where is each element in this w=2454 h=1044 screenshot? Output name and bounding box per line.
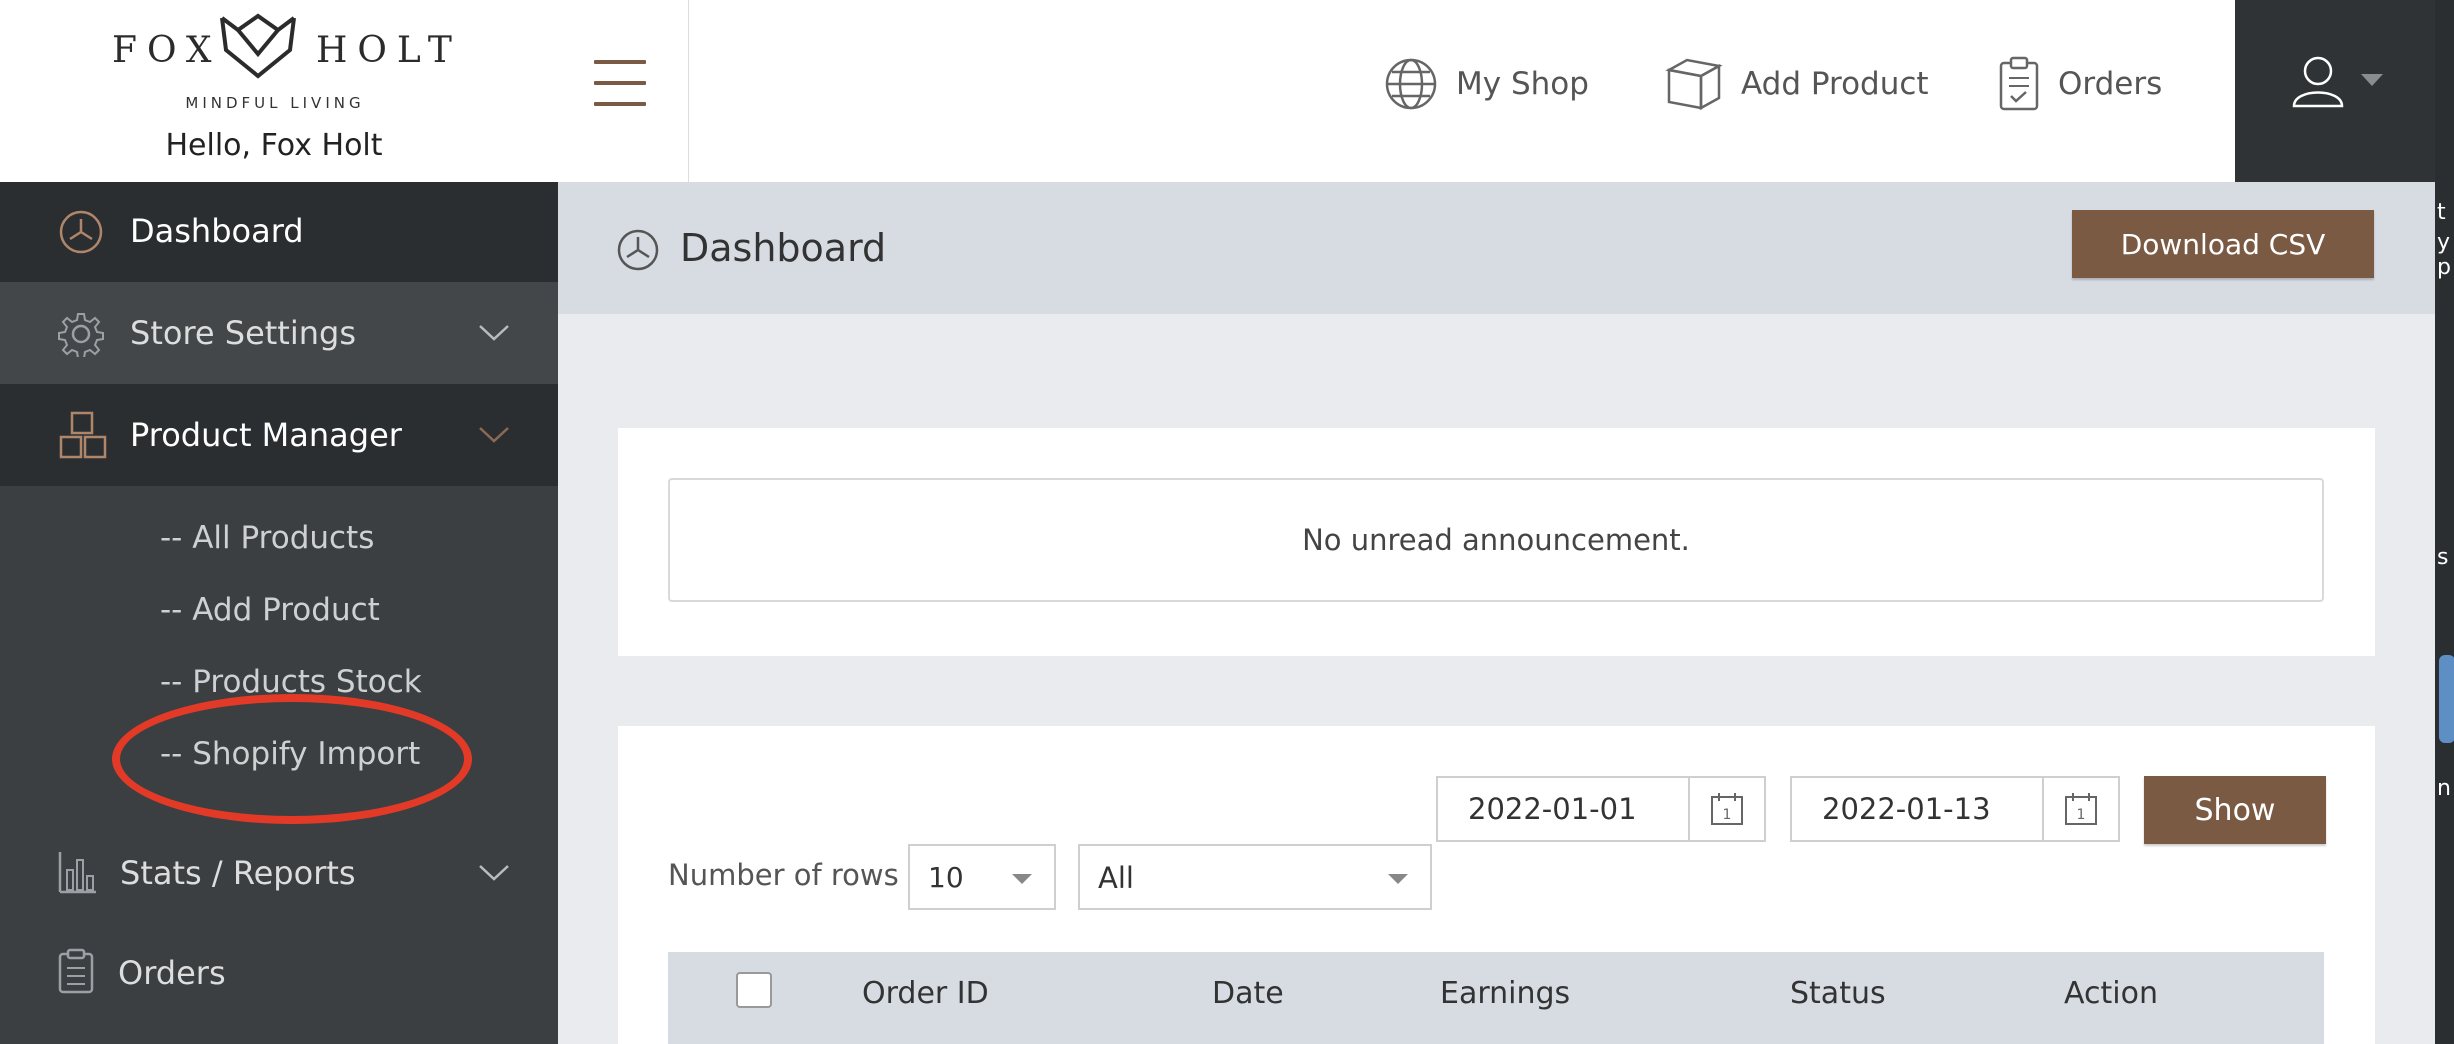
column-action: Action xyxy=(2064,976,2158,1011)
caret-down-icon xyxy=(2361,74,2383,86)
gear-icon xyxy=(58,313,104,357)
logo-text-left: FOX xyxy=(112,30,222,71)
sidebar-item-store-settings[interactable]: Store Settings xyxy=(0,282,558,384)
date-to-field[interactable]: 2022-01-13 1 xyxy=(1790,776,2120,842)
menu-toggle-icon[interactable] xyxy=(594,60,648,106)
dashboard-gauge-icon xyxy=(617,229,659,271)
calendar-icon[interactable]: 1 xyxy=(1688,778,1764,840)
page-header: Dashboard Download CSV xyxy=(558,182,2435,314)
rows-select-value: 10 xyxy=(928,861,964,894)
edge-fragment-2: y p xyxy=(2437,230,2451,280)
select-all-checkbox[interactable] xyxy=(736,972,772,1008)
edge-blue-element xyxy=(2439,655,2454,743)
sidebar-subitem-all-products[interactable]: -- All Products xyxy=(160,520,374,556)
user-menu[interactable] xyxy=(2235,0,2435,182)
adjacent-window-edge: t y p s n xyxy=(2435,0,2454,1044)
main-content: Dashboard Download CSV No unread announc… xyxy=(558,182,2435,1044)
fox-holt-logo[interactable]: FOX HOLT MINDFUL LIVING xyxy=(110,8,452,112)
globe-icon xyxy=(1385,58,1437,110)
brand-panel: FOX HOLT MINDFUL LIVING Hello, Fox Holt xyxy=(0,0,689,182)
box-icon xyxy=(1665,58,1723,111)
rows-select[interactable]: 10 xyxy=(908,844,1056,910)
chevron-down-icon[interactable] xyxy=(478,864,510,882)
announcement-box: No unread announcement. xyxy=(668,478,2324,602)
svg-text:1: 1 xyxy=(1723,807,1732,823)
user-icon xyxy=(2292,56,2344,108)
clipboard-icon xyxy=(58,948,94,994)
dashboard-gauge-icon xyxy=(59,210,103,254)
nav-orders-label: Orders xyxy=(2058,66,2163,102)
date-from-value: 2022-01-01 xyxy=(1468,792,1637,826)
logo-tagline: MINDFUL LIVING xyxy=(185,94,365,112)
sidebar-subitem-add-product[interactable]: -- Add Product xyxy=(160,592,380,628)
sidebar-item-orders-label: Orders xyxy=(118,954,226,992)
sidebar-item-product-manager[interactable]: Product Manager xyxy=(0,384,558,486)
date-to-value: 2022-01-13 xyxy=(1822,792,1991,826)
svg-text:1: 1 xyxy=(2077,807,2086,823)
edge-fragment-3: s xyxy=(2437,545,2449,570)
orders-table-header: Order ID Date Earnings Status Action xyxy=(668,952,2324,1044)
caret-down-icon xyxy=(1388,874,1408,884)
sidebar-item-dashboard[interactable]: Dashboard xyxy=(0,182,558,282)
status-filter-value: All xyxy=(1098,861,1134,895)
announcement-card: No unread announcement. xyxy=(618,428,2375,656)
chevron-down-icon[interactable] xyxy=(478,426,510,444)
calendar-icon[interactable]: 1 xyxy=(2042,778,2118,840)
nav-my-shop-label: My Shop xyxy=(1456,66,1589,102)
boxes-icon xyxy=(59,411,107,459)
caret-down-icon xyxy=(1012,874,1032,884)
nav-add-product[interactable]: Add Product xyxy=(1665,56,1929,112)
annotation-highlight-ellipse xyxy=(112,694,472,824)
column-earnings[interactable]: Earnings xyxy=(1440,976,1570,1011)
date-from-field[interactable]: 2022-01-01 1 xyxy=(1436,776,1766,842)
sidebar-item-store-settings-label: Store Settings xyxy=(130,314,356,352)
page-title: Dashboard xyxy=(680,226,887,270)
column-date[interactable]: Date xyxy=(1212,976,1284,1011)
edge-fragment-1: t xyxy=(2437,200,2446,225)
sidebar-item-orders[interactable]: Orders xyxy=(0,922,558,1022)
sidebar-item-stats-reports[interactable]: Stats / Reports xyxy=(0,822,558,922)
nav-orders[interactable]: Orders xyxy=(1998,56,2162,112)
status-filter-select[interactable]: All xyxy=(1078,844,1432,910)
logo-text-right: HOLT xyxy=(316,30,462,71)
sidebar-item-product-manager-label: Product Manager xyxy=(130,416,402,454)
nav-my-shop[interactable]: My Shop xyxy=(1384,56,1589,112)
sidebar-item-stats-reports-label: Stats / Reports xyxy=(120,854,356,892)
rows-label: Number of rows xyxy=(668,858,899,892)
fox-logo-mark-icon xyxy=(220,13,296,79)
bar-chart-icon xyxy=(58,852,96,894)
top-nav: My Shop Add Product Orders xyxy=(689,0,2235,182)
column-status[interactable]: Status xyxy=(1790,976,1886,1011)
edge-fragment-4: n xyxy=(2437,776,2451,801)
chevron-down-icon[interactable] xyxy=(478,324,510,342)
show-button[interactable]: Show xyxy=(2144,776,2326,844)
sidebar: Dashboard Store Settings Product Manager… xyxy=(0,182,558,1044)
greeting: Hello, Fox Holt xyxy=(165,128,383,163)
download-csv-button[interactable]: Download CSV xyxy=(2072,210,2374,278)
sidebar-item-dashboard-label: Dashboard xyxy=(130,212,304,250)
column-order-id[interactable]: Order ID xyxy=(862,976,989,1011)
clipboard-icon xyxy=(1999,56,2039,111)
nav-add-product-label: Add Product xyxy=(1741,66,1929,102)
